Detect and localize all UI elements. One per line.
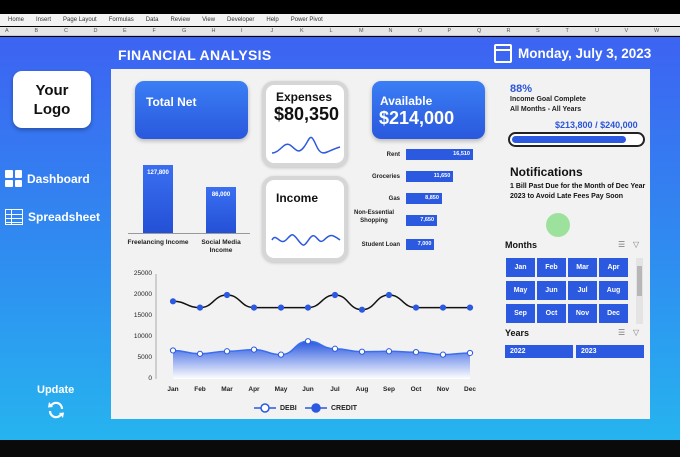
series-credit-point-feb [196,304,204,311]
series-credit-point-aug [358,306,366,313]
series-debi-point-nov [439,351,447,358]
series-debi-point-apr [250,346,258,353]
series-credit-line [172,294,470,311]
legend-label-debi: DEBI [280,404,297,412]
series-credit-point-jun [304,304,312,311]
series-credit-point-jan [169,298,177,305]
series-debi-point-mar [223,348,231,355]
series-credit-point-apr [250,304,258,311]
series-credit-point-jul [331,291,339,299]
series-credit-point-mar [223,291,231,299]
series-credit-point-oct [412,304,420,311]
legend-swatch-debi [254,403,276,413]
series-credit-point-dec [466,304,474,311]
series-debi-point-sep [385,348,393,355]
series-debi-point-jun [304,338,312,345]
series-debi-point-jul [331,345,339,352]
series-debi-point-feb [196,350,204,357]
line-chart-plot [155,274,474,379]
legend-item-credit: CREDIT [305,403,357,413]
series-debi-point-may [277,351,285,358]
series-debi-point-jan [169,347,177,354]
series-debi-point-oct [412,349,420,356]
series-credit-point-sep [385,291,393,299]
series-credit-point-may [277,304,285,311]
legend-swatch-credit [305,403,327,413]
series-credit-point-nov [439,304,447,311]
series-debi-point-aug [358,348,366,355]
legend-item-debi: DEBI [254,403,297,413]
legend-label-credit: CREDIT [331,404,358,412]
series-debi-area [173,341,470,379]
series-debi-point-dec [466,349,474,357]
